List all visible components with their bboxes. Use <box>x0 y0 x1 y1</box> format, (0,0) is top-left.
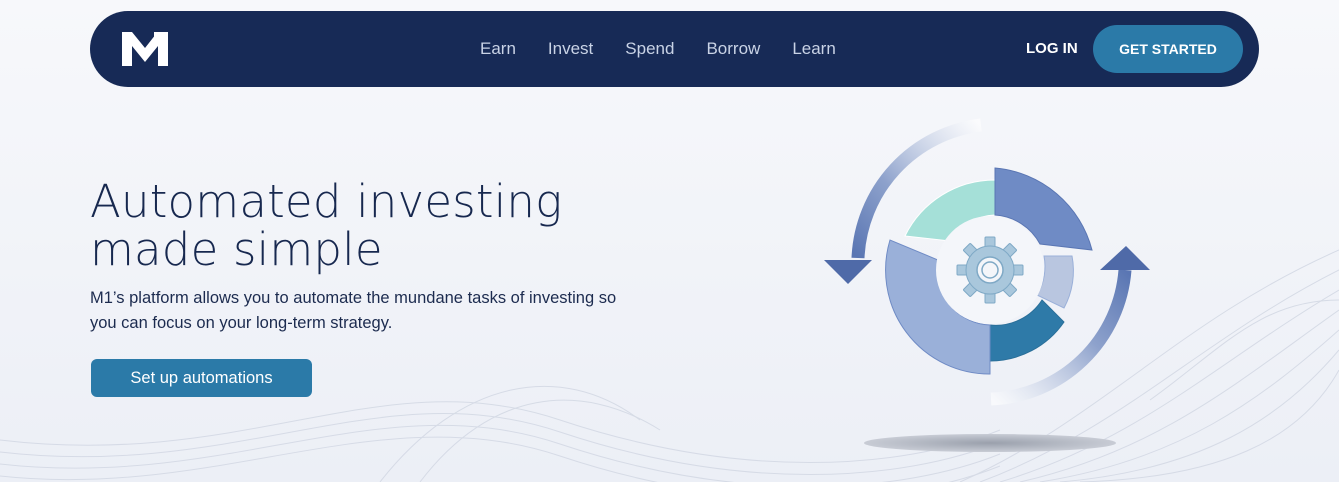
nav-link-earn[interactable]: Earn <box>480 39 516 59</box>
gear-icon <box>956 236 1024 304</box>
get-started-button[interactable]: GET STARTED <box>1093 25 1243 73</box>
nav-link-spend[interactable]: Spend <box>625 39 674 59</box>
nav-link-learn[interactable]: Learn <box>792 39 835 59</box>
hero-title-line-1: Automated investing <box>90 175 563 228</box>
hero-title: Automated investing made simple <box>90 178 690 274</box>
nav-link-invest[interactable]: Invest <box>548 39 593 59</box>
login-link[interactable]: LOG IN <box>1026 40 1078 57</box>
illustration-shadow <box>864 434 1116 452</box>
hero-description: M1’s platform allows you to automate the… <box>90 286 650 336</box>
nav-link-borrow[interactable]: Borrow <box>706 39 760 59</box>
hero-description-line-1: M1’s platform allows you to automate the… <box>90 289 617 307</box>
hero-title-line-2: made simple <box>90 223 383 276</box>
setup-automations-button[interactable]: Set up automations <box>91 359 312 397</box>
nav-links: Earn Invest Spend Borrow Learn <box>480 11 836 87</box>
top-navbar: M1 Earn Invest Spend Borrow Learn LOG IN… <box>90 11 1259 87</box>
hero-description-line-2: you can focus on your long-term strategy… <box>90 314 393 332</box>
m1-logo[interactable]: M1 <box>120 30 170 68</box>
automation-illustration <box>824 118 1150 452</box>
